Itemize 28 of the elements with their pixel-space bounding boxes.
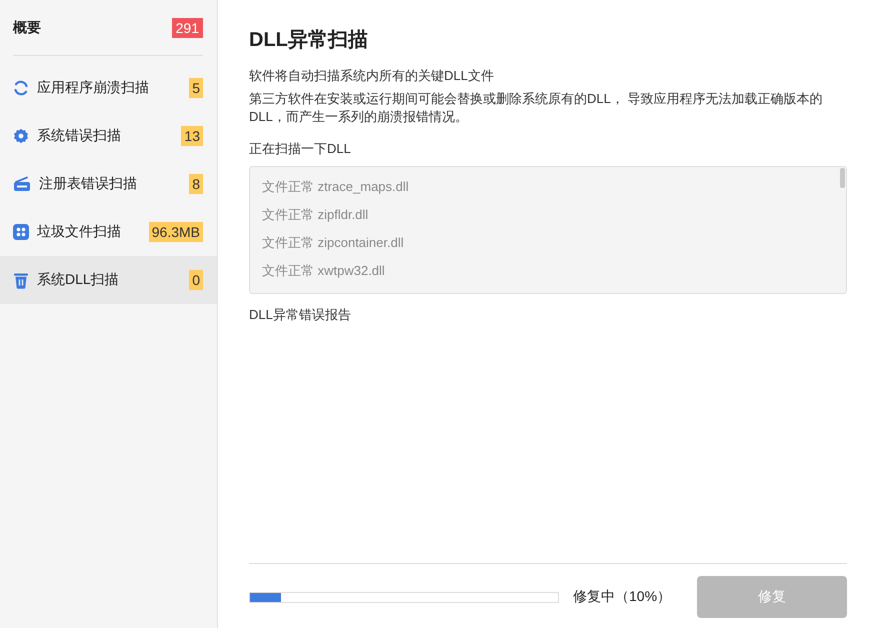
count-badge: 13 [181,126,203,146]
settings-icon [13,128,29,144]
overview-title[interactable]: 概要 [13,19,41,37]
scan-status-label: 正在扫描一下DLL [249,140,352,158]
log-entry: 文件正常 zipfldr.dll [262,206,370,224]
sidebar-item[interactable]: 垃圾文件扫描 96.3MB [0,208,217,256]
description-text: 软件将自动扫描系统内所有的关键DLL文件 [249,67,495,85]
count-badge: 291 [172,18,203,38]
grid-icon [13,224,29,240]
log-entry: 文件正常 xwtpw32.dll [262,262,386,280]
sidebar-item[interactable]: 系统错误扫描 13 [0,112,217,160]
sidebar-item[interactable]: 应用程序崩溃扫描 5 [0,64,217,112]
description-text: 第三方软件在安装或运行期间可能会替换或删除系统原有的DLL， 导致应用程序无法加载正确版本的DLL，而产生一系列的崩溃报错情况。 [249,90,824,126]
sidebar-item[interactable]: 注册表错误扫描 8 [0,160,217,208]
radio-icon [13,176,31,192]
log-entry: 文件正常 ztrace_maps.dll [262,178,410,196]
trash-icon [13,272,29,288]
progress-text: 修复中（10%） [573,588,672,606]
refresh-icon [13,80,29,96]
count-badge: 5 [189,78,203,98]
log-entry: 文件正常 zipcontainer.dll [262,234,405,252]
page-title: DLL异常扫描 [249,28,369,53]
count-badge: 0 [189,270,203,290]
scrollbar-thumb[interactable] [840,168,845,188]
report-label: DLL异常错误报告 [249,306,352,324]
sidebar-item[interactable]: 系统DLL扫描 0 [0,256,217,304]
count-badge: 96.3MB [148,222,203,242]
count-badge: 8 [189,174,203,194]
